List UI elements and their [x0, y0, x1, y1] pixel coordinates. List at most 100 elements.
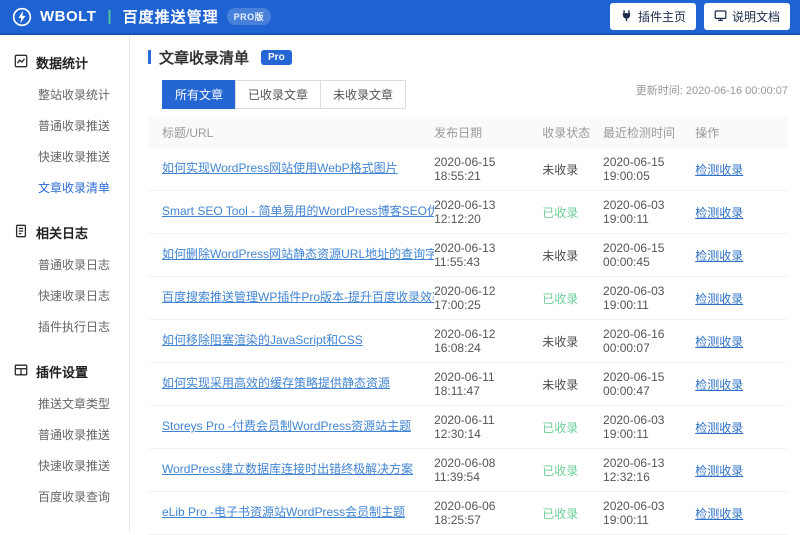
articles-table: 标题/URL 发布日期 收录状态 最近检测时间 操作 如何实现WordPress… — [148, 117, 788, 535]
cell-publish-date: 2020-06-12 17:00:25 — [434, 284, 496, 312]
article-title-link[interactable]: 如何删除WordPress网站静态资源URL地址的查询字符串 — [162, 245, 434, 262]
cell-title: eLib Pro -电子书资源站WordPress会员制主题 — [148, 503, 434, 523]
status-badge: 已收录 — [542, 506, 579, 521]
cell-actions: 检测收录 — [695, 161, 788, 178]
sidebar: 数据统计 整站收录统计 普通收录推送 快速收录推送 文章收录清单 相关日志 普通收录日… — [0, 35, 130, 533]
cell-publish-date: 2020-06-13 12:12:20 — [434, 198, 496, 226]
section-title-label: 数据统计 — [36, 56, 89, 71]
sidebar-item[interactable]: 百度收录查询 — [0, 481, 129, 512]
sidebar-item[interactable]: 普通收录推送 — [0, 110, 129, 141]
pro-version-badge: PRO版 — [226, 8, 272, 25]
check-index-link[interactable]: 检测收录 — [695, 421, 743, 435]
sidebar-item[interactable]: 快速收录推送 — [0, 450, 129, 481]
sidebar-item[interactable]: 推送文章类型 — [0, 388, 129, 419]
cell-index-status: 未收录 — [542, 376, 603, 393]
status-badge: 未收录 — [542, 377, 579, 392]
sidebar-items: 推送文章类型 普通收录推送 快速收录推送 百度收录查询 — [0, 388, 129, 512]
cell-title: 百度搜索推送管理WP插件Pro版本-提升百度收录效率 — [148, 288, 434, 308]
filter-tabs: 所有文章 已收录文章 未收录文章 — [162, 80, 407, 109]
cell-actions: 检测收录 — [695, 333, 788, 350]
sidebar-item[interactable]: 快速收录推送 — [0, 141, 129, 172]
app-title: 百度推送管理 — [122, 9, 219, 26]
check-index-link[interactable]: 检测收录 — [695, 507, 743, 521]
article-title-link[interactable]: 如何移除阻塞渲染的JavaScript和CSS — [162, 331, 363, 348]
table-header-row: 标题/URL 发布日期 收录状态 最近检测时间 操作 — [148, 117, 788, 148]
pro-version-link[interactable]: Pro版本 >>> — [0, 524, 129, 535]
check-index-link[interactable]: 检测收录 — [695, 335, 743, 349]
cell-index-status: 未收录 — [542, 333, 603, 350]
cell-index-status: 已收录 — [542, 505, 603, 522]
cell-last-checked: 2020-06-03 19:00:11 — [603, 198, 665, 226]
cell-title: 如何删除WordPress网站静态资源URL地址的查询字符串 — [148, 245, 434, 265]
table-row: 如何删除WordPress网站静态资源URL地址的查询字符串 2020-06-1… — [148, 234, 788, 277]
status-badge: 已收录 — [542, 291, 579, 306]
article-title-link[interactable]: 如何实现WordPress网站使用WebP格式图片 — [162, 159, 398, 176]
cell-actions: 检测收录 — [695, 204, 788, 221]
col-publish-date: 发布日期 — [434, 126, 483, 140]
table-row: Smart SEO Tool - 简单易用的WordPress博客SEO优化插件… — [148, 191, 788, 234]
section-title-label: 插件设置 — [36, 365, 89, 380]
cell-index-status: 已收录 — [542, 204, 603, 221]
article-title-link[interactable]: Smart SEO Tool - 简单易用的WordPress博客SEO优化插件 — [162, 202, 434, 219]
cell-index-status: 未收录 — [542, 247, 603, 264]
top-header: WBOLT | 百度推送管理 PRO版 插件主页 说明文档 — [0, 0, 800, 35]
plug-icon — [620, 9, 633, 25]
cell-publish-date: 2020-06-08 11:39:54 — [434, 456, 496, 484]
filter-tab[interactable]: 已收录文章 — [235, 80, 322, 109]
cell-title: 如何移除阻塞渲染的JavaScript和CSS — [148, 331, 434, 351]
status-badge: 未收录 — [542, 334, 579, 349]
article-title-link[interactable]: 百度搜索推送管理WP插件Pro版本-提升百度收录效率 — [162, 288, 434, 305]
sidebar-item[interactable]: 文章收录清单 — [0, 172, 129, 203]
table-row: 如何实现采用高效的缓存策略提供静态资源 2020-06-11 18:11:47 … — [148, 363, 788, 406]
docs-label: 说明文档 — [731, 10, 780, 24]
docs-button[interactable]: 说明文档 — [703, 3, 790, 30]
cell-last-checked: 2020-06-03 19:00:11 — [603, 284, 665, 312]
brand-separator: | — [107, 8, 112, 25]
cell-publish-date: 2020-06-11 18:11:47 — [434, 370, 495, 398]
sidebar-item[interactable]: 普通收录日志 — [0, 249, 129, 280]
filter-tab[interactable]: 未收录文章 — [320, 80, 407, 109]
topbar-actions: 插件主页 说明文档 — [609, 3, 790, 30]
sidebar-item[interactable]: 快速收录日志 — [0, 280, 129, 311]
article-title-link[interactable]: WordPress建立数据库连接时出错终极解决方案 — [162, 460, 413, 477]
cell-actions: 检测收录 — [695, 376, 788, 393]
cell-title: WordPress建立数据库连接时出错终极解决方案 — [148, 460, 434, 480]
article-title-link[interactable]: 如何实现采用高效的缓存策略提供静态资源 — [162, 374, 390, 391]
cell-last-checked: 2020-06-15 00:00:47 — [603, 370, 665, 398]
cell-actions: 检测收录 — [695, 462, 788, 479]
cell-last-checked: 2020-06-03 19:00:11 — [603, 413, 665, 441]
cell-title: 如何实现采用高效的缓存策略提供静态资源 — [148, 374, 434, 394]
check-index-link[interactable]: 检测收录 — [695, 249, 743, 263]
section-title-label: 相关日志 — [36, 226, 89, 241]
grid-icon — [14, 363, 28, 380]
layout: 数据统计 整站收录统计 普通收录推送 快速收录推送 文章收录清单 相关日志 普通收录日… — [0, 35, 800, 535]
sidebar-section-logs: 相关日志 普通收录日志 快速收录日志 插件执行日志 — [0, 215, 129, 342]
pro-feature-badge: Pro — [261, 49, 292, 65]
filter-tab[interactable]: 所有文章 — [162, 80, 237, 109]
page-head: 文章收录清单 Pro — [148, 47, 788, 67]
cell-index-status: 已收录 — [542, 462, 603, 479]
cell-actions: 检测收录 — [695, 419, 788, 436]
table-row: 百度搜索推送管理WP插件Pro版本-提升百度收录效率 2020-06-12 17… — [148, 277, 788, 320]
col-title: 标题/URL — [162, 126, 214, 140]
article-title-link[interactable]: Storeys Pro -付费会员制WordPress资源站主题 — [162, 417, 411, 434]
cell-publish-date: 2020-06-15 18:55:21 — [434, 155, 496, 183]
cell-index-status: 已收录 — [542, 290, 603, 307]
check-index-link[interactable]: 检测收录 — [695, 378, 743, 392]
check-index-link[interactable]: 检测收录 — [695, 206, 743, 220]
cell-last-checked: 2020-06-13 12:32:16 — [603, 456, 665, 484]
table-row: eLib Pro -电子书资源站WordPress会员制主题 2020-06-0… — [148, 492, 788, 535]
plugin-home-button[interactable]: 插件主页 — [609, 3, 696, 30]
chart-icon — [14, 54, 28, 71]
cell-title: Smart SEO Tool - 简单易用的WordPress博客SEO优化插件 — [148, 202, 434, 222]
sidebar-section-title: 相关日志 — [0, 215, 129, 249]
sidebar-item[interactable]: 插件执行日志 — [0, 311, 129, 342]
check-index-link[interactable]: 检测收录 — [695, 163, 743, 177]
article-title-link[interactable]: eLib Pro -电子书资源站WordPress会员制主题 — [162, 503, 405, 520]
sidebar-item[interactable]: 整站收录统计 — [0, 79, 129, 110]
sidebar-item[interactable]: 普通收录推送 — [0, 419, 129, 450]
check-index-link[interactable]: 检测收录 — [695, 464, 743, 478]
cell-publish-date: 2020-06-06 18:25:57 — [434, 499, 496, 527]
file-icon — [14, 224, 28, 241]
check-index-link[interactable]: 检测收录 — [695, 292, 743, 306]
